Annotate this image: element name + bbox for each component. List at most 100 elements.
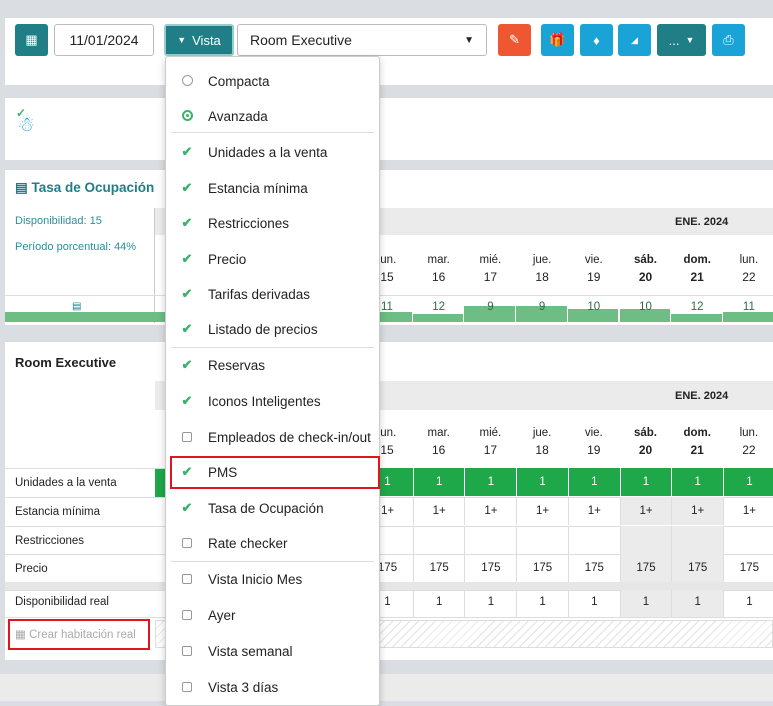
day-of-week: jue. — [532, 254, 552, 266]
occupancy-value: 10 — [639, 301, 652, 313]
day-header: dom. 21 — [671, 425, 723, 459]
table-cell[interactable]: 175 — [619, 554, 672, 582]
table-cell[interactable] — [464, 526, 516, 554]
table-cell[interactable]: 175 — [722, 554, 773, 582]
day-number: 17 — [483, 270, 498, 284]
menu-item-label: Precio — [208, 251, 247, 267]
table-cell[interactable]: 175 — [412, 554, 465, 582]
menu-item-restricciones[interactable]: ✔ Restricciones — [166, 208, 379, 238]
day-number: 20 — [638, 270, 653, 284]
table-cell[interactable]: 1+ — [464, 497, 516, 525]
table-cell[interactable] — [516, 526, 568, 554]
table-cell[interactable]: 1+ — [619, 497, 672, 525]
divider — [5, 295, 773, 296]
day-of-week: jue. — [532, 427, 552, 439]
menu-item-precio[interactable]: ✔ Precio — [166, 244, 379, 274]
menu-item-listado-de-precios[interactable]: ✔ Listado de precios — [166, 314, 379, 344]
tag-button[interactable]: ♦ — [580, 24, 613, 56]
table-cell[interactable] — [412, 526, 465, 554]
menu-item-tasa-de-ocupaci-n[interactable]: ✔ Tasa de Ocupación — [166, 493, 379, 523]
menu-item-compacta[interactable]: Compacta — [166, 66, 379, 96]
row-label: Estancia mínima — [15, 506, 101, 518]
menu-item-estancia-m-nima[interactable]: ✔ Estancia mínima — [166, 173, 379, 203]
edit-button[interactable]: ✎ — [498, 24, 531, 56]
table-cell[interactable] — [671, 526, 724, 554]
day-header: lun. 22 — [723, 425, 773, 459]
date-input[interactable]: 11/01/2024 — [54, 24, 154, 56]
row-label: Unidades a la venta — [15, 477, 117, 489]
highlight-box — [8, 619, 150, 650]
check-icon: ✔ — [181, 286, 193, 301]
table-cell[interactable]: 1+ — [671, 497, 724, 525]
print-button[interactable]: ⎙ — [712, 24, 745, 56]
vista-button[interactable]: ▼ Vista — [164, 24, 234, 56]
menu-item-avanzada[interactable]: Avanzada — [166, 101, 379, 131]
day-header: sáb. 20 — [620, 252, 672, 286]
menu-divider — [171, 347, 374, 348]
table-cell[interactable]: 1+ — [567, 497, 620, 525]
table-cell[interactable]: 1 — [412, 468, 465, 496]
print-icon: ⎙ — [723, 32, 734, 47]
table-cell[interactable]: 175 — [464, 554, 516, 582]
day-of-week: mié. — [479, 254, 502, 266]
occupancy-bar — [722, 311, 773, 322]
menu-item-reservas[interactable]: ✔ Reservas — [166, 350, 379, 380]
occupancy-bar — [412, 314, 464, 322]
menu-item-label: Tarifas derivadas — [208, 286, 311, 302]
menu-item-iconos-inteligentes[interactable]: ✔ Iconos Inteligentes — [166, 386, 379, 416]
gift-icon: 🎁 — [549, 32, 566, 47]
table-cell[interactable] — [722, 526, 773, 554]
table-cell[interactable]: 175 — [567, 554, 620, 582]
table-cell[interactable]: 1 — [516, 468, 569, 496]
edit-icon: ✎ — [509, 32, 520, 47]
checkbox-icon — [166, 536, 208, 551]
menu-item-label: Restricciones — [208, 215, 290, 231]
table-cell[interactable]: 1 — [464, 468, 517, 496]
menu-item-vista-3-d-as[interactable]: Vista 3 días — [166, 672, 379, 702]
check-icon: ✔ — [181, 180, 193, 195]
menu-item-ayer[interactable]: Ayer — [166, 600, 379, 630]
menu-item-empleados-de-check-in-out[interactable]: Empleados de check-in/out — [166, 422, 379, 452]
checkbox-icon — [166, 430, 208, 445]
table-cell[interactable] — [567, 526, 620, 554]
menu-item-vista-semanal[interactable]: Vista semanal — [166, 636, 379, 666]
table-cell[interactable]: 1+ — [412, 497, 465, 525]
cursor-button[interactable]: ◢ — [618, 24, 651, 56]
menu-item-label: Ayer — [208, 607, 236, 623]
table-cell[interactable]: 1+ — [722, 497, 773, 525]
menu-item-unidades-a-la-venta[interactable]: ✔ Unidades a la venta — [166, 137, 379, 167]
period-text: Período porcentual: 44% — [15, 241, 137, 253]
calendar-button[interactable]: ▦ — [15, 24, 48, 56]
bar-chart-icon: ▤ — [72, 301, 82, 312]
check-icon: ✔ — [181, 357, 193, 372]
day-header: mar. 16 — [413, 425, 465, 459]
day-of-week: sáb. — [633, 254, 657, 266]
more-button[interactable]: ... ▼ — [657, 24, 706, 56]
room-select[interactable]: Room Executive ▼ — [237, 24, 487, 56]
menu-item-vista-inicio-mes[interactable]: Vista Inicio Mes — [166, 564, 379, 594]
day-header: jue. 18 — [516, 252, 568, 286]
table-cell[interactable] — [619, 526, 672, 554]
table-cell[interactable]: 1 — [567, 468, 620, 496]
menu-item-tarifas-derivadas[interactable]: ✔ Tarifas derivadas — [166, 279, 379, 309]
check-icon: ✓ — [16, 106, 27, 120]
table-cell[interactable]: 175 — [671, 554, 724, 582]
table-cell[interactable]: 175 — [516, 554, 568, 582]
table-cell[interactable]: 1 — [619, 468, 672, 496]
occupancy-value: 12 — [690, 301, 704, 313]
menu-item-label: Reservas — [208, 357, 266, 373]
day-of-week: mié. — [479, 427, 502, 439]
table-cell[interactable]: 1 — [722, 468, 773, 496]
occupancy-title: ▤ Tasa de Ocupación — [15, 180, 155, 195]
day-number: 20 — [638, 443, 653, 457]
menu-item-rate-checker[interactable]: Rate checker — [166, 528, 379, 558]
day-number: 21 — [690, 270, 704, 284]
check-icon: ✔ — [181, 321, 193, 336]
table-cell[interactable]: 1 — [671, 468, 724, 496]
row-label: Disponibilidad real — [15, 596, 109, 608]
cursor-icon: ◢ — [631, 34, 638, 45]
table-cell[interactable]: 1+ — [516, 497, 568, 525]
checkbox-icon — [166, 608, 208, 623]
gift-button[interactable]: 🎁 — [541, 24, 574, 56]
day-number: 19 — [587, 443, 601, 457]
